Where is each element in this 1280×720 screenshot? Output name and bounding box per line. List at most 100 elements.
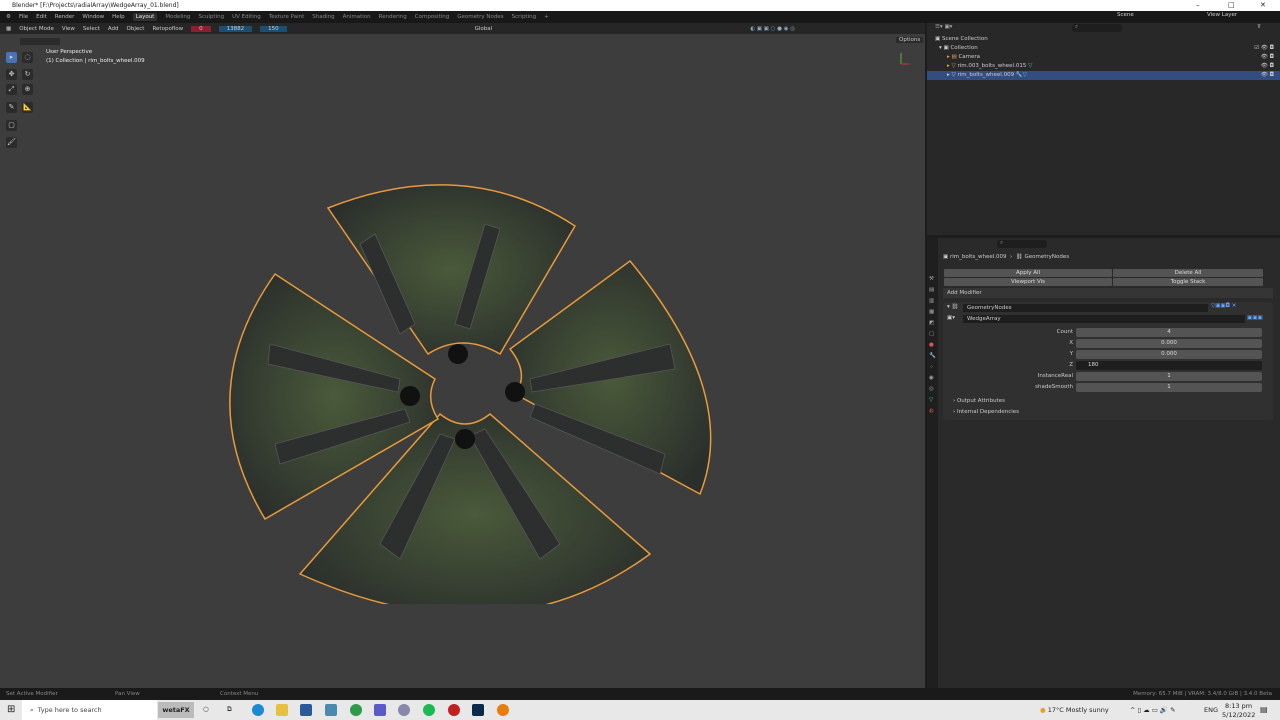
options-dropdown[interactable]: Options	[896, 37, 924, 43]
toggle-stack-button[interactable]: Toggle Stack	[1113, 278, 1263, 286]
menu-select[interactable]: Select	[83, 26, 100, 32]
y-field[interactable]: 0.000	[1076, 350, 1262, 359]
windows-start-icon[interactable]: ⊞	[7, 704, 15, 715]
menu-render[interactable]: Render	[55, 14, 75, 20]
taskbar-search-input[interactable]: ⌕ Type here to search	[22, 700, 157, 720]
add-workspace-button[interactable]: +	[544, 14, 549, 20]
scale-tool-icon[interactable]: ⤢	[6, 84, 17, 95]
outliner-row-scene-collection[interactable]: ▣ Scene Collection	[927, 35, 1280, 44]
3d-viewport[interactable]: User Perspective (1) Collection | rim_bo…	[0, 34, 925, 688]
tab-uv-editing[interactable]: UV Editing	[232, 14, 261, 20]
count-field[interactable]: 4	[1076, 328, 1262, 337]
close-button[interactable]: ✕	[1260, 0, 1266, 11]
select-tool-icon[interactable]: ▸	[6, 52, 17, 63]
menu-edit[interactable]: Edit	[36, 14, 47, 20]
stat-field-2[interactable]: 13882	[218, 25, 253, 32]
viewport-vis-button[interactable]: Viewport Vis	[944, 278, 1112, 286]
select-mode-buttons[interactable]	[20, 38, 60, 45]
instance-real-field[interactable]: 1	[1076, 372, 1262, 381]
measure-tool-icon[interactable]: 📐	[22, 102, 33, 113]
properties-search-input[interactable]: ⌕	[997, 240, 1047, 248]
tab-layout[interactable]: Layout	[132, 13, 158, 21]
tab-shading[interactable]: Shading	[312, 14, 334, 20]
file-explorer-icon[interactable]	[276, 704, 288, 716]
maximize-button[interactable]: □	[1228, 0, 1235, 11]
menu-help[interactable]: Help	[112, 14, 125, 20]
tab-animation[interactable]: Animation	[343, 14, 371, 20]
menu-window[interactable]: Window	[82, 14, 104, 20]
editor-type-icon[interactable]: ▦	[6, 26, 11, 32]
teams-icon[interactable]	[374, 704, 386, 716]
shading-buttons[interactable]: ◐ ▣ ▣ ○ ● ◉ ◎	[750, 26, 795, 32]
task-view-icon[interactable]: ⧉	[227, 705, 232, 714]
filter-icon[interactable]: ⊽	[1257, 24, 1261, 30]
app-icon[interactable]	[325, 704, 337, 716]
clock-time[interactable]: 8:13 pm	[1225, 702, 1252, 710]
shade-smooth-field[interactable]: 1	[1076, 383, 1262, 392]
outliner-search-input[interactable]: ⌕	[1072, 24, 1122, 32]
language-indicator[interactable]: ENG	[1204, 706, 1218, 714]
transform-tool-icon[interactable]: ⊕	[22, 84, 33, 95]
menu-view[interactable]: View	[62, 26, 75, 32]
visibility-icons[interactable]: 👁 ◘	[1261, 53, 1274, 62]
node-group-buttons[interactable]: ▣▣▣	[1247, 315, 1263, 321]
display-mode-icon[interactable]: ☰▾ ▣▾	[935, 24, 952, 30]
tab-modeling[interactable]: Modeling	[165, 14, 190, 20]
store-icon[interactable]	[300, 704, 312, 716]
mode-dropdown[interactable]: Object Mode	[19, 26, 54, 32]
tab-texture-paint[interactable]: Texture Paint	[269, 14, 305, 20]
menu-object[interactable]: Object	[127, 26, 145, 32]
weather-widget[interactable]: ● 17°C Mostly sunny	[1040, 706, 1109, 714]
photoshop-icon[interactable]	[472, 704, 484, 716]
visibility-icons[interactable]: 👁 ◘	[1261, 62, 1274, 71]
delete-all-button[interactable]: Delete All	[1113, 269, 1263, 277]
tab-sculpting[interactable]: Sculpting	[198, 14, 224, 20]
blender-taskbar-icon[interactable]	[497, 704, 509, 716]
scene-selector[interactable]: Scene	[1117, 12, 1177, 18]
system-tray-icons[interactable]: ^ ▯ ☁ ▭ 🔊 ✎	[1130, 706, 1176, 714]
add-cube-tool-icon[interactable]: ▢	[6, 120, 17, 131]
tab-rendering[interactable]: Rendering	[379, 14, 407, 20]
z-field[interactable]: 180	[1076, 361, 1262, 370]
collapse-icon[interactable]: ▾ ⛓	[947, 304, 959, 310]
outliner-row-rim003[interactable]: ▸ ▽ rim.003_bolts_wheel.015 ▽ 👁 ◘	[927, 62, 1280, 71]
recorder-icon[interactable]	[448, 704, 460, 716]
outliner-row-rim-bolts-wheel-009[interactable]: ▸ ▽ rim_bolts_wheel.009 🔧▽ 👁 ◘	[927, 71, 1280, 80]
tab-geometry-nodes[interactable]: Geometry Nodes	[457, 14, 503, 20]
modifier-visibility-toggles[interactable]: ▽▣▣◘ ✕	[1211, 303, 1236, 309]
x-field[interactable]: 0.000	[1076, 339, 1262, 348]
view-layer-selector[interactable]: View Layer	[1207, 12, 1267, 18]
rotate-tool-icon[interactable]: ↻	[22, 69, 33, 80]
visibility-icons[interactable]: 👁 ◘	[1261, 71, 1274, 80]
spotify-icon[interactable]	[423, 704, 435, 716]
brush-tool-icon[interactable]: 🖌	[6, 137, 17, 148]
output-attributes-section[interactable]: › Output Attributes	[953, 398, 1005, 404]
properties-tabs[interactable]: ⚒ ▤ ▥ ▦ ◩ ▢ ● 🔧 ⁘ ◉ ◎ ▽ ◍	[927, 238, 938, 688]
clock-date[interactable]: 5/12/2022	[1222, 711, 1255, 719]
node-group-selector[interactable]: WedgeArray	[963, 315, 1245, 323]
edge-icon[interactable]	[252, 704, 264, 716]
stat-field-3[interactable]: 150	[260, 25, 287, 32]
retopoflow-menu[interactable]: Retopoflow	[152, 26, 183, 32]
tab-compositing[interactable]: Compositing	[415, 14, 449, 20]
obs-icon[interactable]	[398, 704, 410, 716]
annotate-tool-icon[interactable]: ✎	[6, 102, 17, 113]
menu-add[interactable]: Add	[108, 26, 119, 32]
modifier-name-input[interactable]: GeometryNodes	[963, 304, 1208, 312]
outliner-row-camera[interactable]: ▸ ▤ Camera 👁 ◘	[927, 53, 1280, 62]
notifications-icon[interactable]: ▤	[1260, 705, 1268, 714]
move-tool-icon[interactable]: ✥	[6, 69, 17, 80]
tab-scripting[interactable]: Scripting	[512, 14, 536, 20]
internal-dependencies-section[interactable]: › Internal Dependencies	[953, 409, 1019, 415]
stat-field-1[interactable]: 0	[191, 25, 211, 32]
visibility-icons[interactable]: ☑ 👁 ◘	[1254, 44, 1274, 53]
cortana-icon[interactable]: ○	[203, 705, 209, 713]
chrome-icon[interactable]	[350, 704, 362, 716]
wheel-model[interactable]	[200, 164, 730, 604]
outliner-row-collection[interactable]: ▾ ▣ Collection ☑ 👁 ◘	[927, 44, 1280, 53]
minimize-button[interactable]: –	[1196, 0, 1200, 11]
add-modifier-dropdown[interactable]: Add Modifier	[943, 288, 1273, 298]
blender-logo-icon[interactable]: ⚙	[6, 14, 11, 20]
apply-all-button[interactable]: Apply All	[944, 269, 1112, 277]
cursor-tool-icon[interactable]: ◌	[22, 52, 33, 63]
